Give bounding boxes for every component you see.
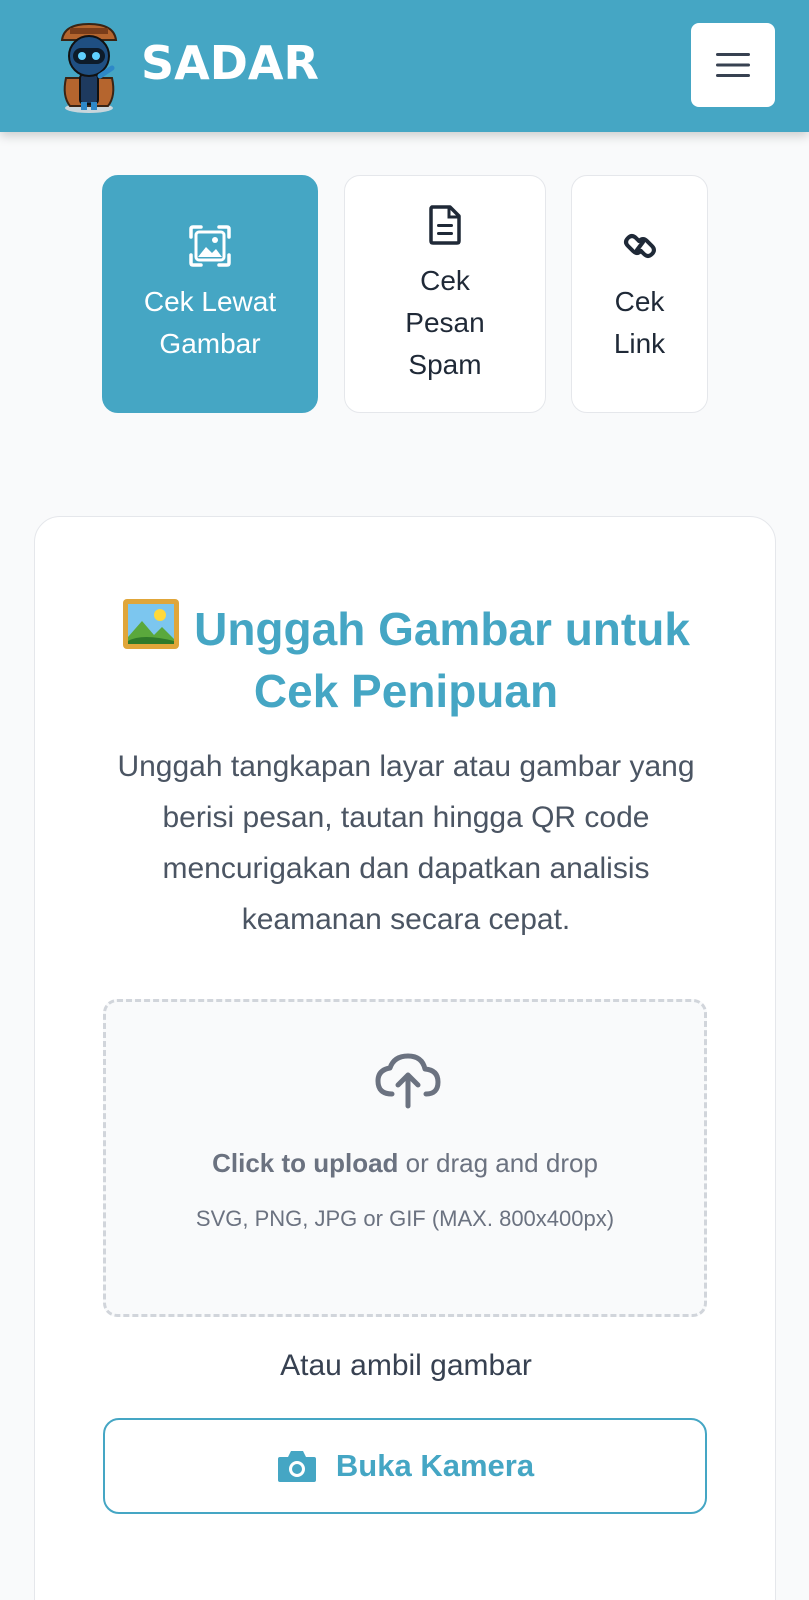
- open-camera-label: Buka Kamera: [335, 1448, 535, 1483]
- framed-picture-emoji: [123, 599, 180, 649]
- image-upload-card: Unggah Gambar untuk Cek Penipuan Unggah …: [34, 516, 776, 1600]
- tab-check-image[interactable]: Cek Lewat Gambar: [102, 175, 318, 413]
- tab-label-line: Gambar: [159, 328, 261, 359]
- upload-instructions: Click to upload or drag and drop: [106, 1148, 704, 1179]
- tab-label-line: Pesan: [405, 307, 485, 338]
- top-navbar: SADAR: [0, 0, 809, 132]
- alternative-capture-label: Atau ambil gambar: [280, 1349, 532, 1382]
- tab-label-line: Cek: [614, 286, 665, 317]
- upload-format-hint: SVG, PNG, JPG or GIF (MAX. 800x400px): [195, 1206, 615, 1231]
- card-title-line: Cek Penipuan: [253, 665, 559, 717]
- detective-robot-logo[interactable]: [56, 18, 122, 114]
- brand-name[interactable]: SADAR: [141, 36, 319, 90]
- card-title: Unggah Gambar untuk Cek Penipuan: [35, 595, 777, 722]
- tab-label-line: Cek: [420, 265, 470, 296]
- cloud-upload-icon: [375, 1053, 441, 1109]
- card-title-line: Unggah Gambar untuk: [194, 603, 690, 655]
- tab-check-spam-message[interactable]: Cek Pesan Spam: [344, 175, 546, 413]
- open-camera-button[interactable]: Buka Kamera: [103, 1418, 707, 1514]
- card-description: Unggah tangkapan layar atau gambar yang …: [117, 750, 695, 936]
- tab-label-line: Spam: [408, 349, 482, 380]
- tab-label-line: Cek Lewat: [143, 286, 277, 317]
- document-icon: [428, 202, 462, 248]
- drag-drop-text: or drag and drop: [398, 1148, 598, 1178]
- menu-button[interactable]: [691, 23, 775, 107]
- tab-label-line: Link: [613, 328, 666, 359]
- upload-dropzone[interactable]: Click to upload or drag and drop SVG, PN…: [103, 999, 707, 1317]
- hamburger-menu-icon: [716, 53, 750, 77]
- camera-icon: [277, 1451, 316, 1482]
- link-icon: [619, 223, 661, 269]
- check-mode-tabs: Cek Lewat Gambar Cek Pesan Spam Cek Link: [0, 175, 809, 415]
- tab-check-link[interactable]: Cek Link: [571, 175, 708, 413]
- click-to-upload-link[interactable]: Click to upload: [212, 1148, 398, 1178]
- image-icon: [187, 223, 233, 269]
